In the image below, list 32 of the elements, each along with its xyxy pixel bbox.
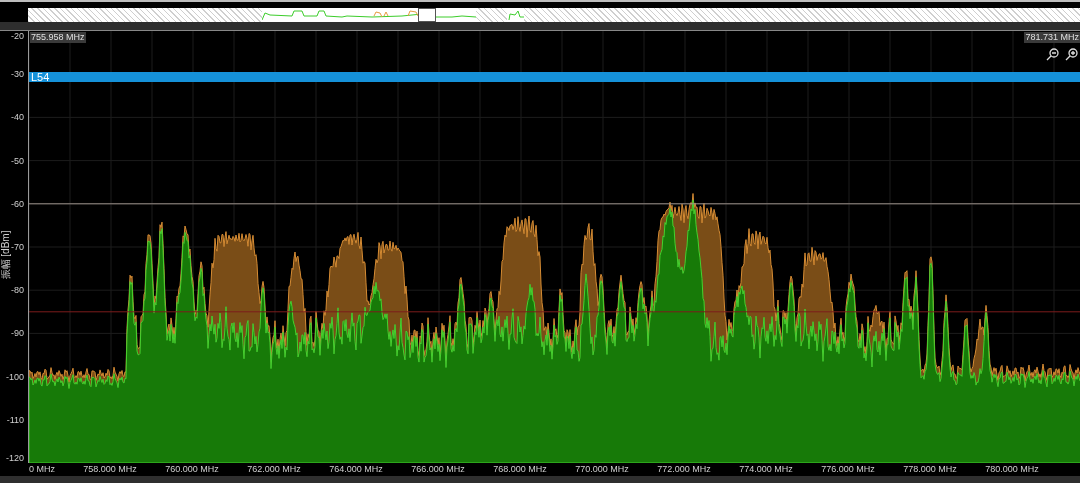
y-axis-tick-label: -80	[11, 285, 24, 296]
scrollbar-track[interactable]	[0, 22, 1080, 31]
x-axis-tick-label: 774.000 MHz	[739, 463, 793, 475]
x-axis-tick-label: 772.000 MHz	[657, 463, 711, 475]
y-axis-tick-label: -30	[11, 69, 24, 80]
x-axis-tick-label: 768.000 MHz	[493, 463, 547, 475]
x-axis-tick-label: 770.000 MHz	[575, 463, 629, 475]
y-axis-tick-label: -60	[11, 198, 24, 209]
y-axis-tick-label: -40	[11, 112, 24, 123]
y-axis-tick-label: -50	[11, 155, 24, 166]
y-axis-tick-label: -110	[6, 414, 24, 425]
y-axis-tick-label: -70	[11, 242, 24, 252]
band-bar[interactable]: L54	[29, 72, 1080, 82]
y-axis-tick-label: -120	[6, 453, 24, 463]
y-axis-tick-label: -90	[11, 328, 24, 339]
x-axis-tick-label: 776.000 MHz	[821, 463, 875, 475]
x-axis-tick-label: 780.000 MHz	[985, 463, 1039, 475]
x-axis-tick-label: 760.000 MHz	[165, 463, 219, 475]
x-axis-tick-label: 758.000 MHz	[83, 463, 137, 475]
y-axis-label: 振幅 [dBm]	[0, 229, 11, 282]
x-axis-tick-label: 0 MHz	[29, 463, 55, 475]
overview-viewport-handle[interactable]	[418, 8, 436, 22]
stop-frequency-marker: 781.731 MHz	[1024, 32, 1080, 43]
x-axis-tick-label: 778.000 MHz	[903, 463, 957, 475]
y-axis-tick-label: -100	[6, 371, 24, 382]
x-axis-tick-label: 766.000 MHz	[411, 463, 465, 475]
start-frequency-marker: 755.958 MHz	[30, 32, 86, 43]
zoom-out-icon[interactable]	[1046, 48, 1059, 61]
zoom-in-icon[interactable]	[1065, 48, 1078, 61]
x-axis-tick-label: 762.000 MHz	[247, 463, 301, 475]
y-axis-tick-label: -20	[11, 31, 24, 41]
x-axis-tick-label: 764.000 MHz	[329, 463, 383, 475]
